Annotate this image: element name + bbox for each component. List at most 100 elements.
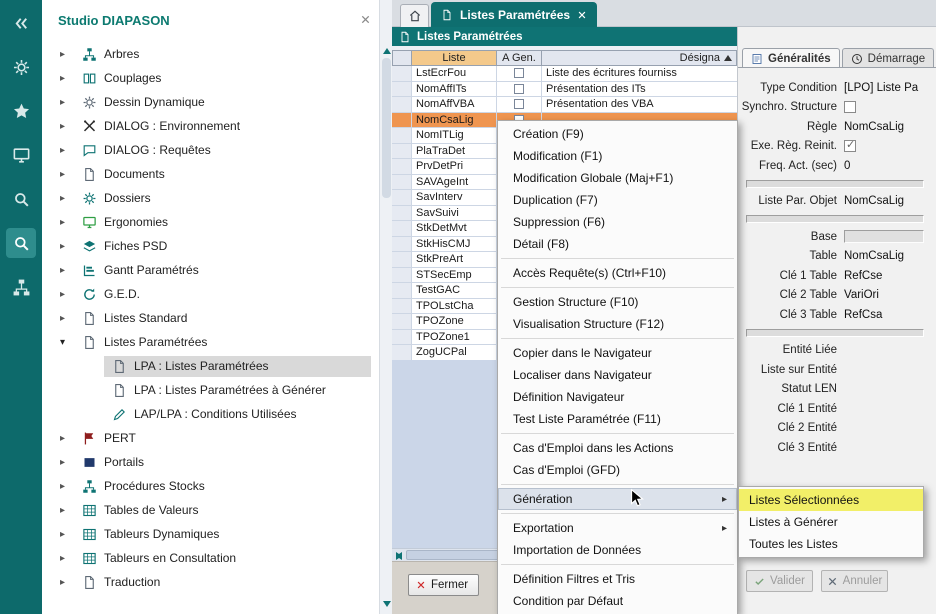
menu-item[interactable]: Duplication (F7) — [498, 189, 737, 211]
menu-item[interactable]: Définition Filtres et Tris — [498, 568, 737, 590]
tree-item[interactable]: Tables de Valeurs — [42, 498, 379, 522]
row-selector[interactable] — [392, 159, 412, 174]
row-selector[interactable] — [392, 252, 412, 267]
tree-item[interactable]: LPA : Listes Paramétrées — [42, 354, 379, 378]
panel-tab[interactable]: Démarrage — [842, 48, 935, 68]
menu-item[interactable]: Modification (F1) — [498, 145, 737, 167]
tree-item[interactable]: Procédures Stocks — [42, 474, 379, 498]
row-selector[interactable] — [392, 128, 412, 143]
expand-chevron-icon[interactable] — [60, 217, 74, 228]
row-selector[interactable] — [392, 144, 412, 159]
field-value[interactable]: RefCse — [844, 270, 936, 282]
tree-item[interactable]: LPA : Listes Paramétrées à Générer — [42, 378, 379, 402]
menu-item[interactable]: Importation de Données — [498, 539, 737, 561]
tree-item[interactable]: Tableurs Dynamiques — [42, 522, 379, 546]
field-value[interactable]: NomCsaLig — [844, 121, 936, 133]
field-value[interactable]: NomCsaLig — [844, 195, 936, 207]
menu-item[interactable]: Exportation — [498, 517, 737, 539]
expand-chevron-icon[interactable] — [60, 265, 74, 276]
expand-chevron-icon[interactable] — [60, 97, 74, 108]
rail-item[interactable] — [6, 140, 36, 170]
expand-chevron-icon[interactable] — [60, 433, 74, 444]
home-tab[interactable] — [400, 4, 429, 27]
field-value[interactable] — [844, 230, 924, 243]
expand-chevron-icon[interactable] — [60, 169, 74, 180]
agen-checkbox[interactable] — [514, 99, 524, 109]
header-designation[interactable]: Désigna — [542, 50, 737, 66]
fermer-button[interactable]: Fermer — [408, 574, 479, 596]
menu-item[interactable]: Test Liste Paramétrée (F11) — [498, 408, 737, 430]
field-value[interactable]: 0 — [844, 160, 936, 172]
row-selector[interactable] — [392, 330, 412, 345]
tree-item[interactable]: DIALOG : Environnement — [42, 114, 379, 138]
header-liste[interactable]: Liste — [412, 50, 497, 66]
field-value[interactable]: NomCsaLig — [844, 250, 936, 262]
row-selector[interactable] — [392, 113, 412, 128]
row-selector[interactable] — [392, 206, 412, 221]
menu-item[interactable]: Génération — [498, 488, 737, 510]
tree-item[interactable]: Documents — [42, 162, 379, 186]
tree-item[interactable]: Fiches PSD — [42, 234, 379, 258]
expand-chevron-icon[interactable] — [60, 193, 74, 204]
expand-chevron-icon[interactable] — [60, 481, 74, 492]
tree-item[interactable]: Listes Standard — [42, 306, 379, 330]
table-row[interactable]: LstEcrFou Liste des écritures fourniss — [392, 66, 737, 82]
header-agen[interactable]: A Gen. — [497, 50, 542, 66]
rail-item[interactable] — [6, 52, 36, 82]
expand-chevron-icon[interactable] — [60, 457, 74, 468]
menu-item[interactable]: Suppression (F6) — [498, 211, 737, 233]
form-button[interactable]: Valider — [746, 570, 813, 592]
expand-chevron-icon[interactable] — [60, 529, 74, 540]
rail-item[interactable] — [6, 8, 36, 38]
tree-item[interactable]: Couplages — [42, 66, 379, 90]
table-row[interactable]: NomAffITs Présentation des ITs — [392, 82, 737, 98]
menu-item[interactable]: Modification Globale (Maj+F1) — [498, 167, 737, 189]
tree-item[interactable]: LAP/LPA : Conditions Utilisées — [42, 402, 379, 426]
row-selector[interactable] — [392, 345, 412, 360]
row-selector[interactable] — [392, 314, 412, 329]
form-button[interactable]: Annuler — [821, 570, 888, 592]
expand-chevron-icon[interactable] — [60, 121, 74, 132]
tree-item[interactable]: Dessin Dynamique — [42, 90, 379, 114]
tree-item[interactable]: DIALOG : Requêtes — [42, 138, 379, 162]
agen-checkbox[interactable] — [514, 84, 524, 94]
expand-chevron-icon[interactable] — [60, 49, 74, 60]
tree-item[interactable]: Portails — [42, 450, 379, 474]
tree-item[interactable]: Listes Paramétrées — [42, 330, 379, 354]
table-row[interactable]: NomAffVBA Présentation des VBA — [392, 97, 737, 113]
tree-item[interactable]: PERT — [42, 426, 379, 450]
tree-scroll-thumb[interactable] — [382, 58, 391, 198]
menu-item[interactable]: Localiser dans Navigateur — [498, 364, 737, 386]
row-selector[interactable] — [392, 268, 412, 283]
menu-item[interactable]: Définition Navigateur — [498, 386, 737, 408]
row-selector[interactable] — [392, 66, 412, 81]
close-icon[interactable] — [360, 14, 371, 25]
tab-listes-parametrees[interactable]: Listes Paramétrées — [431, 2, 597, 27]
field-value[interactable]: VariOri — [844, 289, 936, 301]
submenu-item[interactable]: Listes Sélectionnées — [739, 489, 923, 511]
tree-item[interactable]: Dossiers — [42, 186, 379, 210]
tree-scrollbar[interactable] — [379, 0, 392, 614]
rail-item[interactable] — [6, 272, 36, 302]
submenu-item[interactable]: Listes à Générer — [739, 511, 923, 533]
submenu-item[interactable]: Toutes les Listes — [739, 533, 923, 555]
row-selector[interactable] — [392, 299, 412, 314]
menu-item[interactable]: Cas d'Emploi dans les Actions — [498, 437, 737, 459]
panel-tab[interactable]: Généralités — [742, 48, 840, 68]
menu-item[interactable]: Création (F9) — [498, 123, 737, 145]
rail-item[interactable] — [6, 184, 36, 214]
menu-item[interactable]: Visualisation Structure (F12) — [498, 313, 737, 335]
expand-chevron-icon[interactable] — [60, 505, 74, 516]
expand-chevron-icon[interactable] — [60, 337, 74, 348]
menu-item[interactable]: Accès Requête(s) (Ctrl+F10) — [498, 262, 737, 284]
menu-item[interactable]: Cas d'Emploi (GFD) — [498, 459, 737, 481]
rail-item[interactable] — [6, 228, 36, 258]
field-value[interactable]: [LPO] Liste Pa — [844, 82, 936, 94]
menu-item[interactable]: Détail (F8) — [498, 233, 737, 255]
field-checkbox[interactable] — [844, 101, 856, 113]
tree-item[interactable]: Gantt Paramétrés — [42, 258, 379, 282]
expand-chevron-icon[interactable] — [60, 289, 74, 300]
expand-chevron-icon[interactable] — [60, 553, 74, 564]
expand-chevron-icon[interactable] — [60, 313, 74, 324]
row-selector[interactable] — [392, 237, 412, 252]
